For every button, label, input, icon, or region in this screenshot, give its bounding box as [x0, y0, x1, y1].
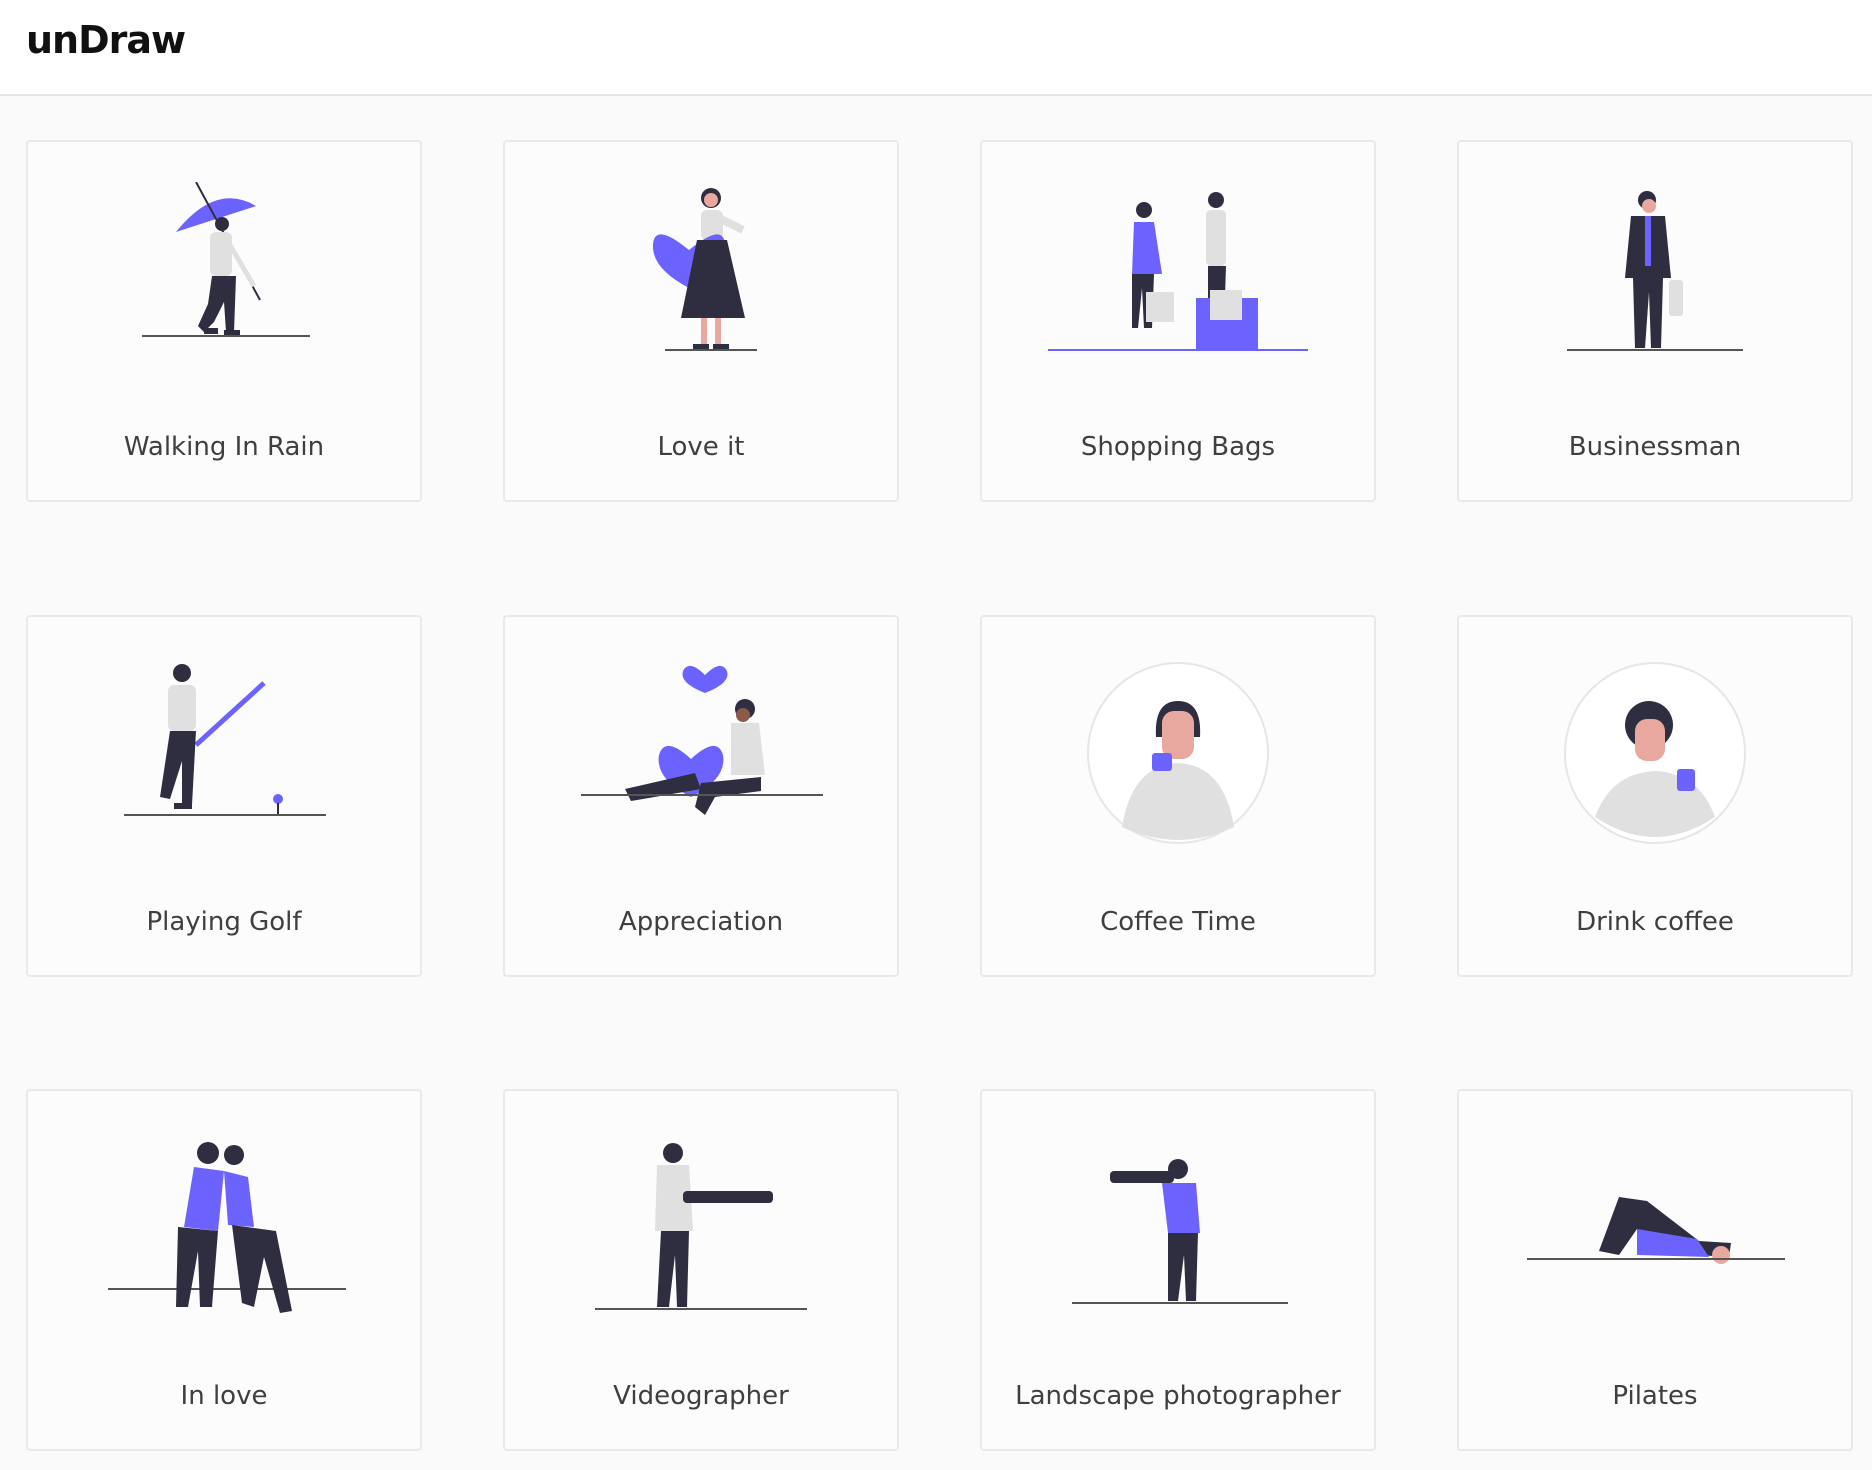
videographer-illustration [595, 1143, 807, 1310]
card-title: Shopping Bags [1080, 432, 1276, 462]
card-title: Walking In Rain [123, 432, 325, 462]
card-title: Appreciation [618, 907, 784, 937]
card-walking-in-rain[interactable]: Walking In Rain [26, 140, 422, 502]
card-title: Drink coffee [1576, 907, 1734, 937]
coffee-time-illustration [1087, 662, 1269, 844]
card-in-love[interactable]: In love [26, 1089, 422, 1451]
undraw-logo[interactable]: unDraw [26, 18, 186, 62]
card-appreciation[interactable]: Appreciation [503, 615, 899, 977]
card-landscape-photographer[interactable]: Landscape photographer [980, 1089, 1376, 1451]
card-love-it[interactable]: Love it [503, 140, 899, 502]
card-title: In love [180, 1381, 268, 1411]
card-pilates[interactable]: Pilates [1457, 1089, 1853, 1451]
walking-in-rain-illustration [142, 182, 310, 337]
card-title: Coffee Time [1100, 907, 1256, 937]
businessman-illustration [1567, 191, 1743, 351]
card-videographer[interactable]: Videographer [503, 1089, 899, 1451]
pilates-illustration [1527, 1197, 1785, 1264]
card-shopping-bags[interactable]: Shopping Bags [980, 140, 1376, 502]
card-title: Videographer [613, 1381, 789, 1411]
landscape-photographer-illustration [1072, 1159, 1288, 1304]
card-playing-golf[interactable]: Playing Golf [26, 615, 422, 977]
card-title: Pilates [1612, 1381, 1698, 1411]
card-businessman[interactable]: Businessman [1457, 140, 1853, 502]
card-title: Love it [657, 432, 745, 462]
shopping-bags-illustration [1048, 192, 1308, 351]
card-drink-coffee[interactable]: Drink coffee [1457, 615, 1853, 977]
card-coffee-time[interactable]: Coffee Time [980, 615, 1376, 977]
love-it-illustration [652, 188, 757, 351]
card-title: Businessman [1568, 432, 1742, 462]
top-bar: unDraw [0, 0, 1872, 96]
card-title: Landscape photographer [1015, 1381, 1341, 1411]
in-love-illustration [108, 1142, 346, 1313]
card-title: Playing Golf [146, 907, 302, 937]
appreciation-illustration [581, 665, 823, 815]
playing-golf-illustration [124, 664, 326, 816]
drink-coffee-illustration [1564, 662, 1746, 844]
